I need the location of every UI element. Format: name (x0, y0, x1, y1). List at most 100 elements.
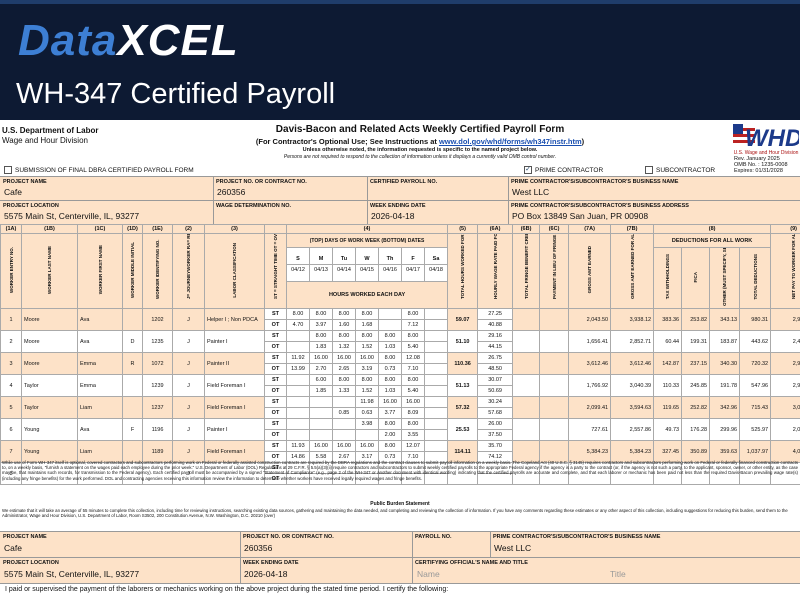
last-name-cell[interactable]: Taylor (21, 396, 78, 419)
journeyworker-code-cell[interactable]: J (172, 396, 205, 419)
st-hours-cell[interactable]: 8.00 (401, 330, 425, 342)
tax-cell[interactable]: 142.87 (653, 352, 683, 375)
st-hours-cell[interactable] (378, 308, 402, 320)
st-hours-cell[interactable]: 8.00 (355, 330, 379, 342)
first-name-cell[interactable]: Liam (77, 396, 123, 419)
labor-classification-cell[interactable]: Field Foreman I (204, 374, 265, 397)
footer-business-field[interactable]: West LLC (494, 543, 531, 553)
business-name-field[interactable]: West LLC (512, 187, 549, 197)
worker-id-cell[interactable]: 1196 (142, 418, 173, 441)
st-hours-cell[interactable] (286, 418, 310, 430)
total-deductions-cell[interactable]: 547.96 (739, 374, 772, 397)
net-pay-cell[interactable]: 2,481.71 (770, 330, 800, 353)
st-hours-cell[interactable] (286, 330, 310, 342)
ot-hours-cell[interactable]: 0.63 (355, 407, 379, 419)
gross-project-cell[interactable]: 727.61 (568, 418, 612, 441)
st-hours-cell[interactable]: 16.00 (309, 352, 333, 364)
st-hours-cell[interactable]: 16.00 (401, 396, 425, 408)
ot-hours-cell[interactable]: 7.12 (401, 319, 425, 331)
last-name-cell[interactable]: Taylor (21, 374, 78, 397)
fica-cell[interactable]: 199.31 (681, 330, 711, 353)
worker-id-cell[interactable]: 1072 (142, 352, 173, 375)
st-hours-cell[interactable]: 8.00 (378, 352, 402, 364)
ot-hours-cell[interactable] (309, 429, 333, 441)
ot-hours-cell[interactable] (423, 363, 449, 375)
ot-rate-cell[interactable]: 57.68 (477, 407, 514, 419)
ot-hours-cell[interactable]: 1.52 (355, 341, 379, 353)
st-hours-cell[interactable]: 8.00 (309, 308, 333, 320)
prime-contractor-checkbox[interactable]: ✓ PRIME CONTRACTOR (524, 166, 603, 174)
first-name-cell[interactable]: Ava (77, 308, 123, 331)
fringe-lieu-cell[interactable] (539, 352, 570, 375)
ot-hours-cell[interactable]: 7.10 (401, 363, 425, 375)
net-pay-cell[interactable]: 2,098.43 (770, 418, 800, 441)
last-name-cell[interactable]: Young (21, 418, 78, 441)
ot-hours-cell[interactable]: 2.70 (309, 363, 333, 375)
st-rate-cell[interactable]: 29.16 (477, 330, 514, 342)
st-hours-cell[interactable] (286, 396, 310, 408)
ot-hours-cell[interactable]: 13.99 (286, 363, 310, 375)
ot-hours-cell[interactable]: 0.73 (378, 363, 402, 375)
entry-no-cell[interactable]: 1 (0, 308, 22, 331)
st-rate-cell[interactable]: 35.70 (477, 440, 514, 452)
st-hours-cell[interactable]: 6.00 (309, 374, 333, 386)
ot-hours-cell[interactable]: 3.55 (401, 429, 425, 441)
ot-hours-cell[interactable]: 8.09 (401, 407, 425, 419)
middle-initial-cell[interactable]: F (122, 418, 143, 441)
ot-hours-cell[interactable]: 1.03 (378, 385, 402, 397)
total-deductions-cell[interactable]: 525.97 (739, 418, 772, 441)
net-pay-cell[interactable]: 2,985.79 (770, 374, 800, 397)
st-hours-cell[interactable] (309, 396, 333, 408)
instructions-link[interactable]: www.dol.gov/whd/forms/wh347instr.htm (439, 137, 582, 146)
other-deduction-cell[interactable]: 183.87 (709, 330, 741, 353)
ot-rate-cell[interactable]: 48.50 (477, 363, 514, 375)
total-deductions-cell[interactable]: 720.32 (739, 352, 772, 375)
ot-hours-cell[interactable]: 1.03 (378, 341, 402, 353)
ot-hours-cell[interactable]: 1.85 (309, 385, 333, 397)
ot-hours-cell[interactable] (423, 319, 449, 331)
middle-initial-cell[interactable] (122, 396, 143, 419)
gross-project-cell[interactable]: 1,656.41 (568, 330, 612, 353)
st-hours-cell[interactable]: 11.93 (286, 440, 310, 452)
gross-all-cell[interactable]: 3,612.46 (610, 352, 655, 375)
ot-hours-cell[interactable] (286, 341, 310, 353)
ot-hours-cell[interactable] (355, 429, 379, 441)
ot-hours-cell[interactable] (286, 385, 310, 397)
ot-hours-cell[interactable]: 5.40 (401, 341, 425, 353)
official-name-field[interactable]: Name (417, 569, 440, 579)
st-rate-cell[interactable]: 30.07 (477, 374, 514, 386)
ot-hours-cell[interactable] (423, 385, 449, 397)
st-hours-cell[interactable]: 3.98 (355, 418, 379, 430)
journeyworker-code-cell[interactable]: J (172, 308, 205, 331)
total-deductions-cell[interactable]: 443.62 (739, 330, 772, 353)
ot-hours-cell[interactable]: 0.85 (332, 407, 356, 419)
ot-hours-cell[interactable] (423, 429, 449, 441)
st-hours-cell[interactable]: 8.00 (355, 374, 379, 386)
ot-hours-cell[interactable] (423, 407, 449, 419)
journeyworker-code-cell[interactable]: J (172, 418, 205, 441)
checkbox-box-checked[interactable]: ✓ (524, 166, 532, 174)
journeyworker-code-cell[interactable]: J (172, 330, 205, 353)
middle-initial-cell[interactable] (122, 374, 143, 397)
subcontractor-checkbox[interactable]: SUBCONTRACTOR (645, 166, 715, 174)
fringe-lieu-cell[interactable] (539, 330, 570, 353)
journeyworker-code-cell[interactable]: J (172, 352, 205, 375)
fringe-lieu-cell[interactable] (539, 418, 570, 441)
st-hours-cell[interactable]: 16.00 (309, 440, 333, 452)
ot-hours-cell[interactable]: 1.83 (309, 341, 333, 353)
st-hours-cell[interactable]: 16.00 (332, 352, 356, 364)
ot-hours-cell[interactable]: 1.68 (355, 319, 379, 331)
st-hours-cell[interactable]: 8.00 (332, 374, 356, 386)
st-hours-cell[interactable] (423, 396, 449, 408)
project-no-field[interactable]: 260356 (217, 187, 245, 197)
entry-no-cell[interactable]: 6 (0, 418, 22, 441)
st-hours-cell[interactable] (423, 440, 449, 452)
other-deduction-cell[interactable]: 340.30 (709, 352, 741, 375)
net-pay-cell[interactable]: 3,059.41 (770, 396, 800, 419)
official-title-field[interactable]: Title (610, 569, 626, 579)
ot-hours-cell[interactable]: 3.97 (309, 319, 333, 331)
st-hours-cell[interactable]: 8.00 (378, 374, 402, 386)
labor-classification-cell[interactable]: Painter I (204, 418, 265, 441)
st-hours-cell[interactable]: 8.00 (309, 330, 333, 342)
st-hours-cell[interactable]: 16.00 (378, 396, 402, 408)
